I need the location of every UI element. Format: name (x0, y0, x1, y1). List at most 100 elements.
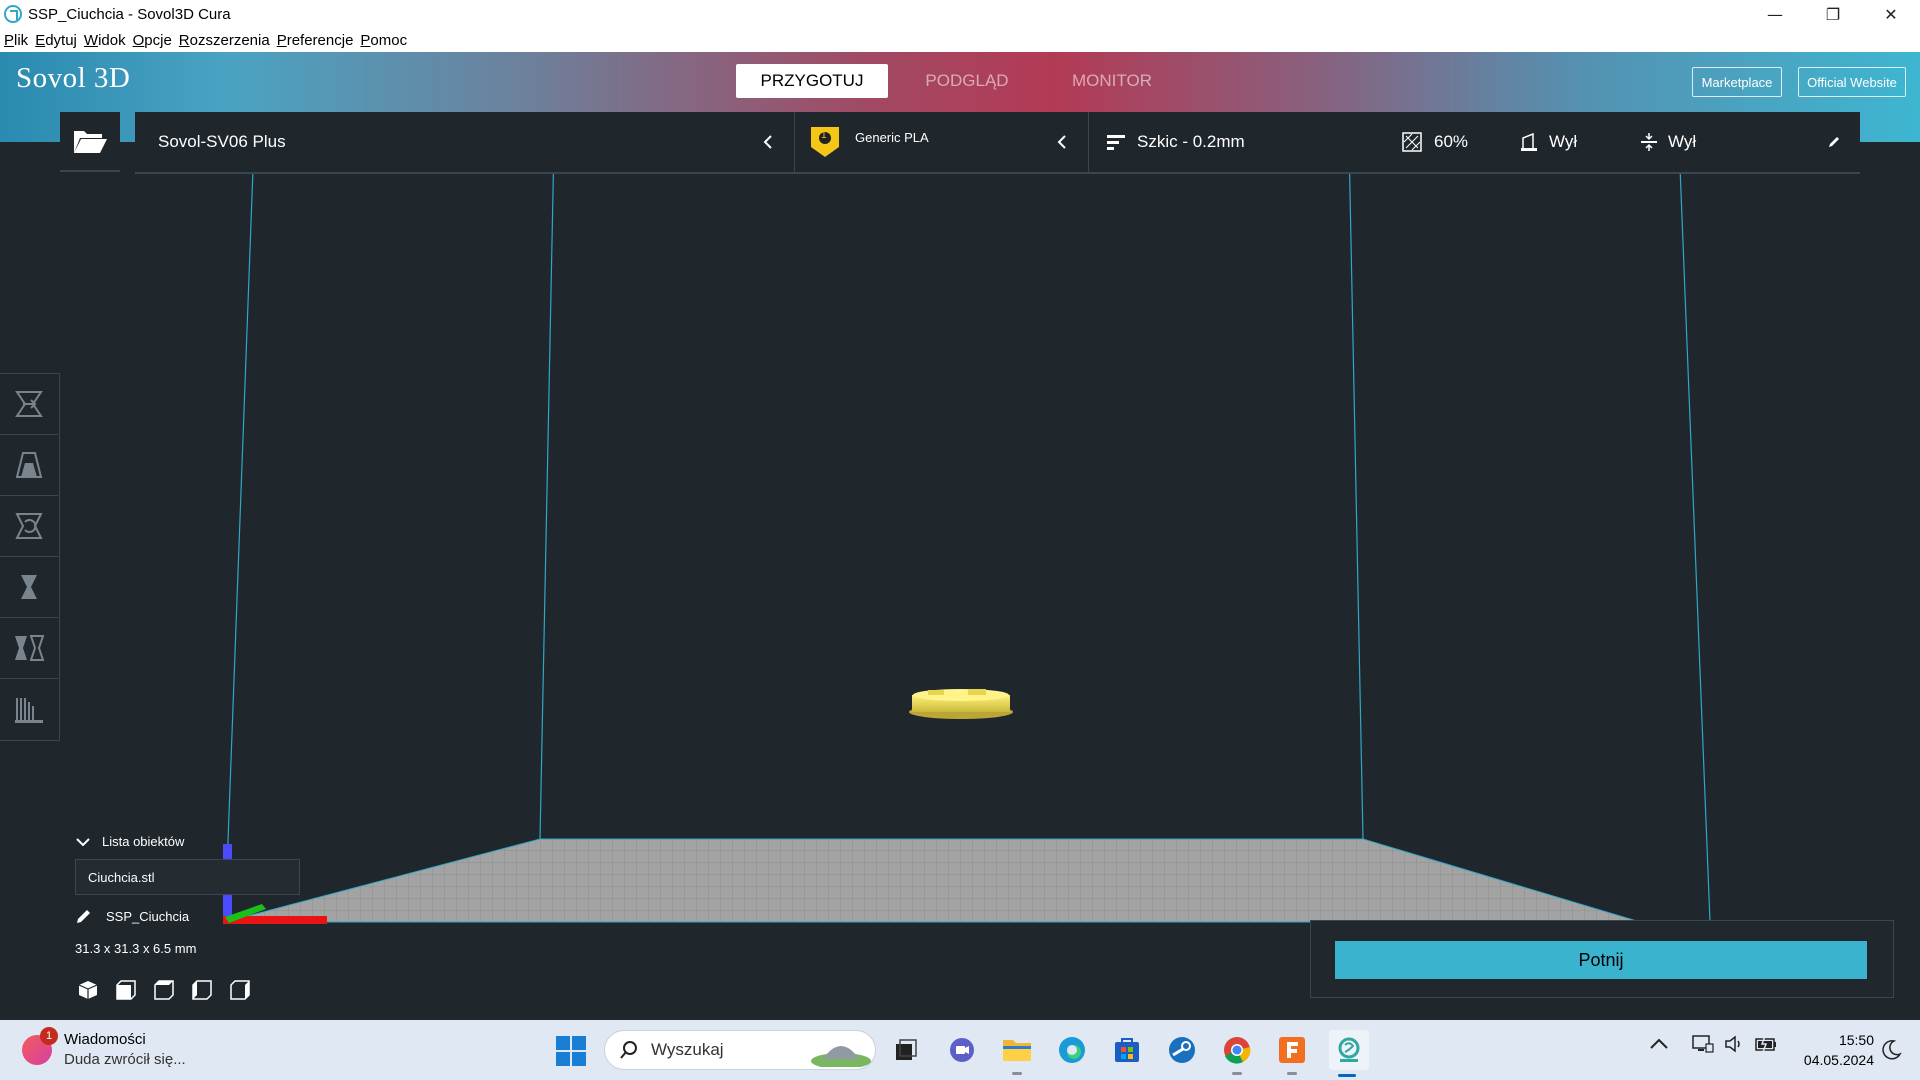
news-widget[interactable]: 1 Wiadomości Duda zwrócił się... (22, 1027, 186, 1070)
rotate-icon (15, 513, 43, 539)
taskbar-edge[interactable] (1054, 1032, 1090, 1068)
taskbar-clock[interactable]: 15:50 04.05.2024 (1794, 1030, 1874, 1070)
support-blocker-icon (15, 697, 43, 723)
taskbar-sovol-cura[interactable] (1329, 1030, 1369, 1077)
taskbar-chrome[interactable] (1219, 1032, 1255, 1075)
build-volume-edge (224, 142, 255, 923)
support-icon (1521, 132, 1537, 151)
tab-preview[interactable]: PODGLĄD (888, 64, 1046, 98)
object-list-item[interactable]: Ciuchcia.stl (88, 870, 154, 885)
folder-open-icon (74, 131, 107, 153)
marketplace-button[interactable]: Marketplace (1692, 67, 1782, 97)
window-controls: — ❐ ✕ (1746, 0, 1920, 28)
clock-date: 04.05.2024 (1803, 1052, 1874, 1068)
view-right-button[interactable] (230, 977, 268, 1003)
view-front-button[interactable] (116, 977, 154, 1003)
tool-sidebar (0, 373, 60, 741)
object-name-row[interactable]: SSP_Ciuchcia (76, 908, 189, 924)
chevron-up-icon[interactable] (1650, 1038, 1668, 1050)
windows-taskbar: 1 Wiadomości Duda zwrócił się... Wyszuka… (0, 1020, 1920, 1080)
restore-button[interactable]: ❐ (1804, 0, 1862, 28)
build-volume-edge (1348, 142, 1364, 840)
chevron-down-icon (76, 837, 90, 846)
quality-layers-icon (1107, 135, 1125, 150)
volume-icon[interactable] (1724, 1034, 1744, 1054)
per-model-settings-tool-button[interactable] (0, 618, 58, 679)
pencil-icon (77, 910, 90, 923)
minimize-button[interactable]: — (1746, 0, 1804, 28)
widget-title: Wiadomości (64, 1031, 146, 1048)
scale-icon (15, 452, 43, 478)
menu-plik[interactable]: Plik (4, 32, 28, 49)
move-tool-button[interactable] (0, 374, 58, 435)
notification-badge: 1 (40, 1027, 58, 1045)
menu-bar: Plik Edytuj Widok Opcje Rozszerzenia Pre… (0, 28, 1920, 52)
taskbar-task-view[interactable] (888, 1032, 924, 1068)
edge-icon (1059, 1037, 1085, 1063)
menu-edytuj[interactable]: Edytuj (35, 32, 77, 49)
system-tray (1650, 1034, 1778, 1054)
settings-toolbar: Sovol-SV06 Plus 1 Generic PLA Szkic - 0.… (135, 112, 1860, 174)
official-website-button[interactable]: Official Website (1798, 67, 1906, 97)
taskbar-teams[interactable] (944, 1032, 980, 1068)
store-icon (1115, 1038, 1139, 1062)
running-indicator (1012, 1072, 1022, 1075)
running-indicator (1287, 1072, 1297, 1075)
close-button[interactable]: ✕ (1862, 0, 1920, 28)
sovol-cura-icon (1338, 1037, 1360, 1062)
slice-button[interactable]: Potnij (1335, 941, 1867, 979)
windows-start-icon[interactable] (556, 1036, 586, 1066)
active-indicator (1338, 1074, 1356, 1077)
model-ciuchcia[interactable] (909, 689, 1013, 719)
view-top-button[interactable] (154, 977, 192, 1003)
widget-subtitle: Duda zwrócił się... (64, 1051, 186, 1068)
view-3d-button[interactable] (78, 977, 116, 1003)
search-placeholder: Wyszukaj (651, 1040, 724, 1059)
taskbar-store[interactable] (1109, 1032, 1145, 1068)
print-settings-selector[interactable]: Szkic - 0.2mm 60% Wył Wył (1089, 112, 1860, 172)
chat-icon (950, 1038, 974, 1062)
taskbar-file-explorer[interactable] (999, 1032, 1035, 1075)
stage-tabs: PRZYGOTUJ PODGLĄD MONITOR (736, 64, 1172, 98)
chevron-left-icon (1052, 132, 1072, 152)
do-not-disturb-icon[interactable] (1880, 1039, 1902, 1061)
taskbar-fusion[interactable] (1274, 1032, 1310, 1075)
extruder-icon: 1 (811, 127, 839, 157)
printer-selector[interactable]: Sovol-SV06 Plus (135, 112, 795, 172)
menu-preferencje[interactable]: Preferencje (277, 32, 354, 49)
build-volume-edge (1678, 142, 1711, 923)
object-list: Ciuchcia.stl (75, 859, 300, 895)
taskbar-steam[interactable] (1164, 1032, 1200, 1068)
profile-name: Szkic - 0.2mm (1137, 132, 1245, 151)
mirror-tool-button[interactable] (0, 557, 58, 618)
window-titlebar: SSP_Ciuchcia - Sovol3D Cura — ❐ ✕ (0, 0, 1920, 28)
view-left-button[interactable] (192, 977, 230, 1003)
open-file-button[interactable] (60, 112, 120, 172)
search-icon (620, 1041, 637, 1059)
adhesion-icon (1641, 133, 1657, 151)
menu-pomoc[interactable]: Pomoc (360, 32, 407, 49)
front-view-icon (116, 980, 136, 1000)
edit-pencil-icon[interactable] (1824, 132, 1844, 152)
support-value: Wył (1549, 132, 1578, 151)
support-blocker-tool-button[interactable] (0, 679, 58, 740)
menu-widok[interactable]: Widok (84, 32, 126, 49)
build-plate (224, 838, 1641, 923)
view-orientation-buttons (78, 977, 268, 1003)
network-icon[interactable] (1692, 1034, 1714, 1054)
chrome-icon (1224, 1037, 1251, 1064)
tab-monitor[interactable]: MONITOR (1052, 64, 1172, 98)
menu-rozszerzenia[interactable]: Rozszerzenia (179, 32, 270, 49)
material-selector[interactable]: 1 Generic PLA (795, 112, 1089, 172)
taskbar-search[interactable]: Wyszukaj (604, 1030, 876, 1070)
profile-item: Szkic - 0.2mm (1107, 112, 1245, 172)
scale-tool-button[interactable] (0, 435, 58, 496)
rotate-tool-button[interactable] (0, 496, 58, 557)
battery-icon[interactable] (1754, 1034, 1778, 1054)
object-list-toggle[interactable]: Lista obiektów (76, 834, 184, 849)
top-view-icon (154, 980, 174, 1000)
tab-prepare[interactable]: PRZYGOTUJ (736, 64, 888, 98)
3d-view-icon (78, 981, 98, 999)
menu-opcje[interactable]: Opcje (133, 32, 172, 49)
search-highlight-icon (811, 1046, 871, 1067)
